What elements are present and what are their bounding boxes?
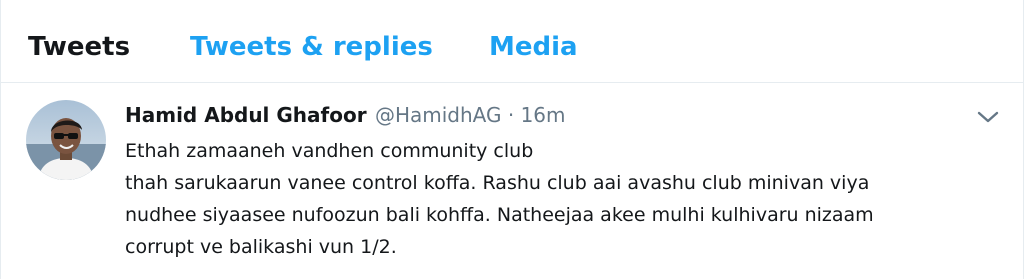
author-handle[interactable]: @HamidhAG <box>375 103 502 127</box>
tweet-text: Ethah zamaaneh vandhen community club th… <box>125 135 1005 263</box>
tweet-text-line: thah sarukaarun vanee control koffa. Ras… <box>125 172 870 194</box>
tab-media[interactable]: Media <box>489 27 578 67</box>
tweet-text-line: Ethah zamaaneh vandhen community club <box>125 140 534 162</box>
profile-timeline: Tweets Tweets & replies Media Hamid Abdu… <box>0 0 1024 279</box>
tweet-item[interactable]: Hamid Abdul Ghafoor @HamidhAG · 16m Etha… <box>1 83 1023 279</box>
author-name[interactable]: Hamid Abdul Ghafoor <box>125 103 367 127</box>
tweet-timestamp[interactable]: 16m <box>521 103 566 127</box>
chevron-down-icon[interactable] <box>976 107 1000 127</box>
avatar[interactable] <box>26 100 106 180</box>
header-separator: · <box>507 103 515 127</box>
tab-tweets[interactable]: Tweets <box>28 27 130 67</box>
tweet-text-line: corrupt ve balikashi vun 1/2. <box>125 236 397 258</box>
profile-tabs: Tweets Tweets & replies Media <box>1 0 1023 83</box>
tweet-text-line: nudhee siyaasee nufoozun bali kohffa. Na… <box>125 204 874 226</box>
avatar-photo <box>26 100 106 180</box>
tab-tweets-and-replies[interactable]: Tweets & replies <box>190 27 433 67</box>
tweet-header: Hamid Abdul Ghafoor @HamidhAG · 16m <box>125 99 566 131</box>
